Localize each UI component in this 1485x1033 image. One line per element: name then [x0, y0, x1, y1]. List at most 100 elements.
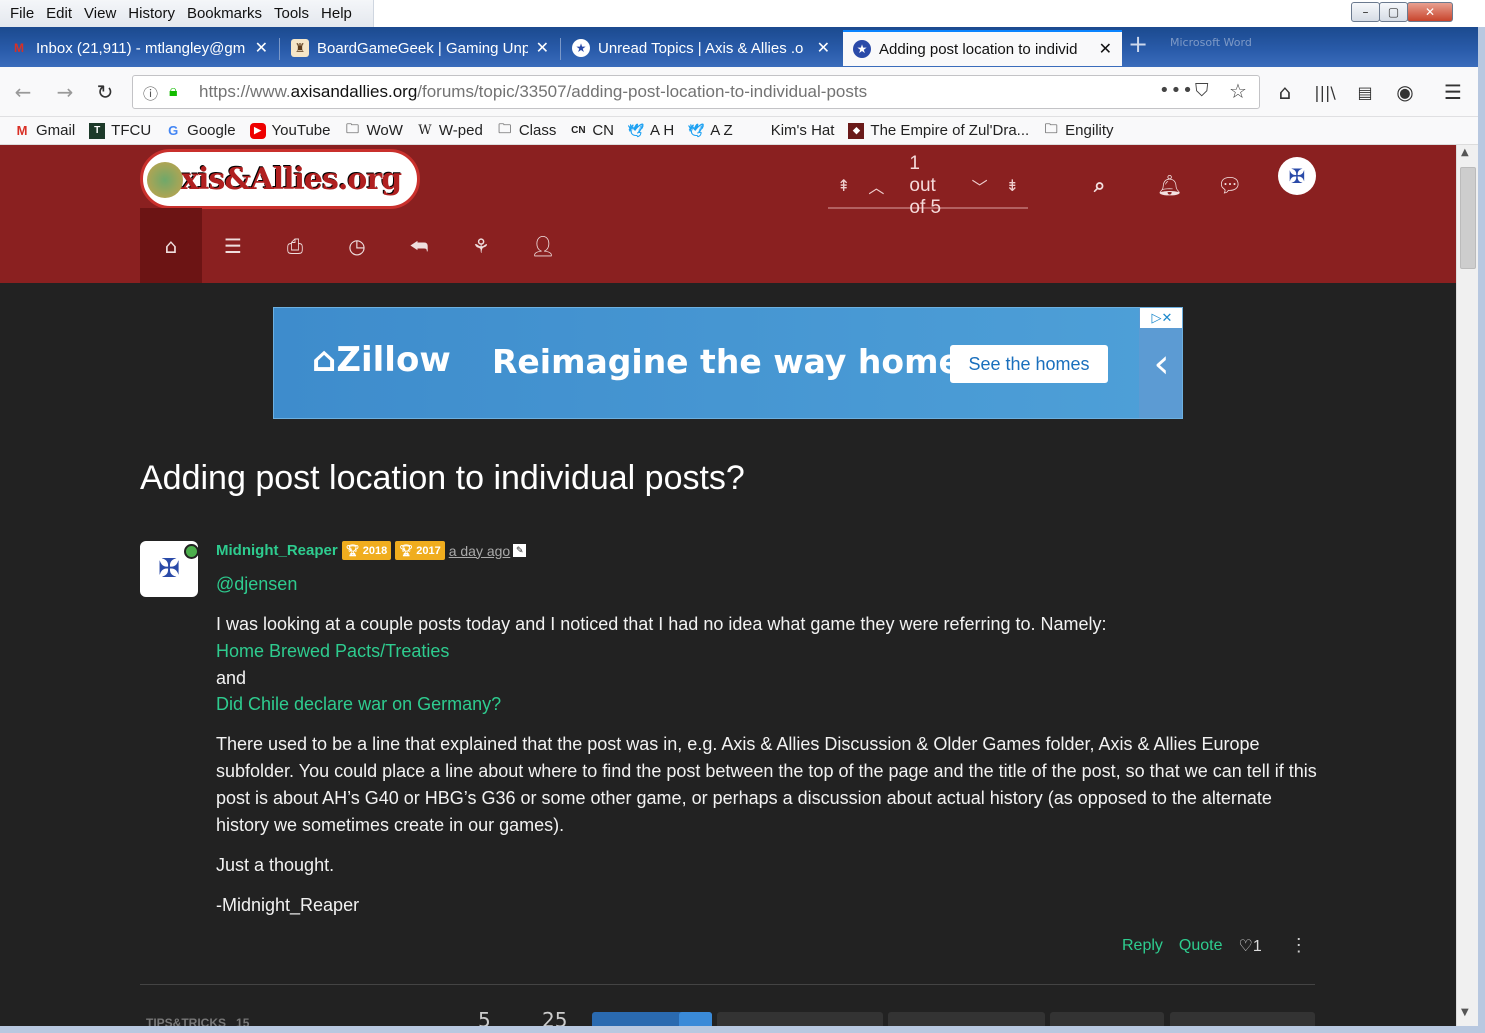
ad-cta-button[interactable]: See the homes	[950, 345, 1108, 383]
menu-bookmarks[interactable]: Bookmarks	[181, 5, 268, 22]
post-actions: Reply Quote ♡1 ⋮	[1122, 935, 1308, 956]
badge-year: 2017	[416, 545, 441, 557]
bookmark-folder-engility[interactable]: 🗀 Engility	[1043, 121, 1114, 140]
bookmark-cn[interactable]: CN CN	[570, 122, 614, 139]
inbox-icon[interactable]: ⎙	[264, 208, 326, 283]
pocket-icon[interactable]: ⛉	[1195, 80, 1209, 101]
online-status-indicator	[184, 544, 199, 559]
bookmark-youtube[interactable]: ▶ YouTube	[249, 122, 331, 139]
more-options-icon[interactable]: ⋮	[1290, 935, 1308, 956]
google-icon: G	[168, 123, 179, 138]
maximize-button[interactable]: ▢	[1379, 2, 1408, 22]
bookmark-label: Gmail	[36, 122, 76, 139]
post-header: Midnight_Reaper 🏆︎ 2018 🏆︎ 2017 a day ag…	[216, 541, 527, 560]
library-icon[interactable]: |||\	[1310, 77, 1340, 107]
bookmark-twitter-az[interactable]: 🕊︎ A Z	[688, 122, 733, 139]
address-bar[interactable]: ⓘ 🔒︎ https://www.axisandallies.org/forum…	[132, 75, 1260, 109]
reply-button[interactable]: Reply	[1122, 937, 1163, 955]
reload-icon[interactable]: ↻	[90, 77, 120, 107]
close-tab-icon[interactable]: ✕	[536, 38, 549, 58]
home-icon[interactable]: ⌂	[140, 208, 202, 283]
bookmark-kims-hat[interactable]: Kim's Hat	[771, 122, 835, 139]
notifications-bell-icon[interactable]: 🔔︎	[1157, 173, 1182, 197]
bookmark-twitter-ah[interactable]: 🕊︎ A H	[628, 122, 674, 139]
prev-post-icon[interactable]: ︿	[868, 174, 884, 198]
search-icon[interactable]: ⌕	[1094, 173, 1105, 197]
cartoon-network-icon: CN	[571, 125, 586, 136]
new-tab-plus-icon[interactable]: +	[1128, 30, 1148, 58]
post-text-line: I was looking at a couple posts today an…	[216, 614, 1107, 634]
info-icon[interactable]: ⓘ	[143, 83, 158, 104]
post-divider	[140, 984, 1315, 985]
bookmark-tfcu[interactable]: T TFCU	[89, 122, 151, 139]
badge-2018[interactable]: 🏆︎ 2018	[341, 541, 392, 560]
upvote-button[interactable]: ♡1	[1239, 936, 1262, 956]
bookmark-folder-class[interactable]: 🗀 Class	[497, 121, 556, 140]
zillow-advertisement[interactable]: ⌂Zillow Reimagine the way home. See the …	[273, 307, 1183, 419]
chat-icon[interactable]: 💬︎	[1217, 173, 1242, 197]
page-actions-icon[interactable]: •••	[1159, 80, 1194, 101]
url-prefix: https://www.	[199, 82, 291, 101]
bookmark-label: A H	[650, 122, 675, 139]
bookmark-google[interactable]: G Google	[165, 122, 235, 139]
badge-2017[interactable]: 🏆︎ 2017	[395, 541, 445, 560]
menu-view[interactable]: View	[78, 5, 122, 22]
account-icon[interactable]: ◉	[1390, 77, 1420, 107]
tab-adding-post-location[interactable]: ★ Adding post location to individ ✕	[843, 30, 1122, 66]
reply-all-icon[interactable]: ⮪	[388, 208, 450, 283]
mention-link[interactable]: @djensen	[216, 571, 1326, 598]
menu-tools[interactable]: Tools	[268, 5, 315, 22]
adchoices-close-icon[interactable]: ▷✕	[1140, 308, 1182, 328]
scroll-thumb[interactable]	[1460, 167, 1476, 269]
categories-list-icon[interactable]: ☰	[202, 208, 264, 283]
user-avatar[interactable]: ✠	[1278, 157, 1316, 195]
first-post-icon[interactable]: ⇞	[837, 176, 850, 196]
menu-history[interactable]: History	[122, 5, 181, 22]
window-frame-right	[1478, 27, 1485, 1033]
scroll-down-icon[interactable]: ▼	[1461, 1007, 1469, 1018]
close-tab-icon[interactable]: ✕	[255, 38, 268, 58]
url-text[interactable]: https://www.axisandallies.org/forums/top…	[199, 82, 867, 102]
recent-clock-icon[interactable]: ◷	[326, 208, 388, 283]
topic-link-chile[interactable]: Did Chile declare war on Germany?	[216, 691, 501, 718]
minimize-button[interactable]: –	[1351, 2, 1380, 22]
bookmark-wikipedia[interactable]: W W-ped	[417, 122, 483, 139]
bookmark-label: WoW	[366, 122, 403, 139]
axis-allies-icon: ★	[853, 40, 871, 58]
next-post-icon[interactable]: ﹀	[972, 174, 988, 198]
ad-tagline: Reimagine the way home.	[492, 342, 974, 381]
topic-link-pacts[interactable]: Home Brewed Pacts/Treaties	[216, 638, 449, 665]
quote-button[interactable]: Quote	[1179, 937, 1223, 955]
bgg-icon: ♜	[291, 39, 309, 57]
menu-file[interactable]: File	[4, 5, 40, 22]
back-arrow-icon[interactable]: ←	[8, 77, 38, 107]
post-username[interactable]: Midnight_Reaper	[216, 542, 338, 559]
post-pagination: ⇞ ︿ 1 out of 5 ﹀ ⇟	[828, 153, 1028, 218]
hamburger-menu-icon[interactable]: ☰	[1438, 77, 1468, 107]
forward-arrow-icon[interactable]: →	[50, 77, 80, 107]
tab-gmail[interactable]: M Inbox (21,911) - mtlangley@gm ✕	[0, 30, 278, 66]
close-tab-icon[interactable]: ✕	[1099, 39, 1112, 59]
popular-fire-icon[interactable]: ⚘	[450, 208, 512, 283]
menu-help[interactable]: Help	[315, 5, 358, 22]
users-icon[interactable]: 👤︎	[512, 208, 574, 283]
last-post-icon[interactable]: ⇟	[1006, 176, 1019, 196]
tab-bgg[interactable]: ♜ BoardGameGeek | Gaming Unp ✕	[281, 30, 559, 66]
navigation-toolbar: ← → ↻ ⓘ 🔒︎ https://www.axisandallies.org…	[0, 67, 1485, 117]
tab-label: Adding post location to individ	[879, 40, 1078, 58]
bookmark-empire-zuldrak[interactable]: ◆ The Empire of Zul'Dra...	[848, 122, 1029, 139]
sidebar-icon[interactable]: ▤	[1350, 77, 1380, 107]
close-window-button[interactable]: ✕	[1407, 2, 1453, 22]
scroll-up-icon[interactable]: ▲	[1461, 147, 1469, 158]
site-logo[interactable]: Axis&Allies.org	[140, 149, 420, 209]
home-icon[interactable]: ⌂	[1270, 77, 1300, 107]
post-timestamp[interactable]: a day ago	[449, 543, 511, 559]
pager-text[interactable]: 1 out of 5	[909, 153, 946, 219]
page-scrollbar[interactable]: ▲ ▼	[1456, 145, 1478, 1033]
bookmark-gmail[interactable]: M Gmail	[14, 122, 76, 139]
bookmark-star-icon[interactable]: ☆	[1229, 79, 1247, 103]
menu-edit[interactable]: Edit	[40, 5, 78, 22]
close-tab-icon[interactable]: ✕	[817, 38, 830, 58]
tab-unread-topics[interactable]: ★ Unread Topics | Axis & Allies .o ✕	[562, 30, 840, 66]
bookmark-folder-wow[interactable]: 🗀 WoW	[345, 121, 403, 140]
